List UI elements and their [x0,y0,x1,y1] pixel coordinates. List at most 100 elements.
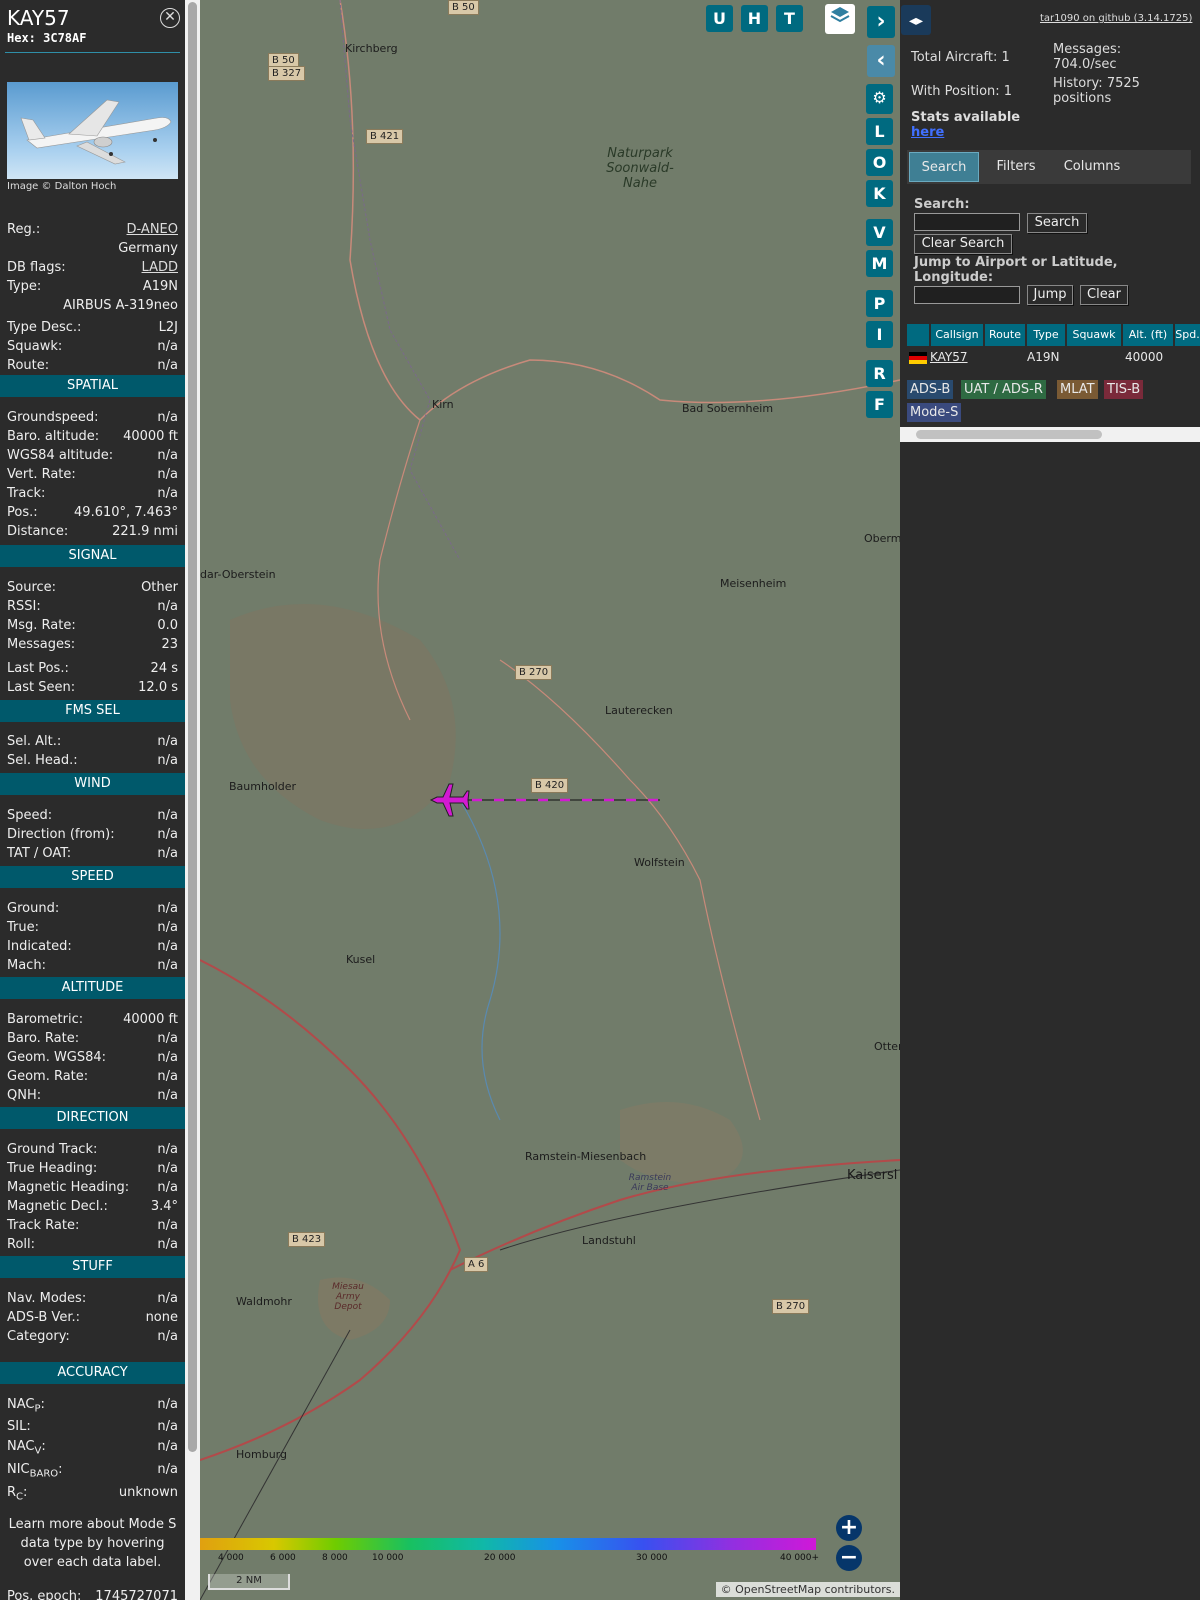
zoom-out-button[interactable]: − [836,1545,862,1571]
detail-row: Last Pos.: 24 s [7,661,178,679]
row-label: Geom. Rate: [7,1069,89,1084]
expand-arrows-icon[interactable]: ◂▸ [901,5,931,35]
toggle-f-button[interactable]: F [866,391,893,418]
row-label: Barometric: [7,1012,84,1027]
toggle-r-button[interactable]: R [866,360,893,387]
legend-badge-modes: Mode-S [907,403,962,422]
stats-link[interactable]: here [911,125,944,140]
row-label: RSSI: [7,599,41,614]
row-value: n/a [157,1069,178,1084]
callsign-title: KAY57 [7,6,70,30]
row-value: 40000 ft [123,1012,178,1027]
row-value: unknown [118,1485,178,1500]
search-input[interactable] [914,213,1020,231]
detail-row: Indicated: n/a [7,939,178,957]
detail-row: Baro. altitude: 40000 ft [7,429,178,447]
row-value: n/a [157,1462,178,1477]
row-label: Messages: [7,637,76,652]
row-label: Pos.: [7,505,38,520]
aircraft-photo[interactable] [7,82,178,179]
detail-row: Type: A19N [7,279,178,297]
toggle-p-button[interactable]: P [866,290,893,317]
row-value: 221.9 nmi [112,524,178,539]
row-value: Germany [118,241,178,256]
chevron-right-icon[interactable]: › [867,6,895,38]
row-value[interactable]: LADD [142,260,178,275]
clear-button[interactable]: Clear [1080,285,1128,305]
row-label: Baro. Rate: [7,1031,80,1046]
zoom-in-button[interactable]: + [836,1515,862,1541]
column-header[interactable]: Type [1027,324,1065,346]
row-value: n/a [157,486,178,501]
row-value: n/a [157,1180,178,1195]
row-value: 40000 ft [123,429,178,444]
place-label: Kirn [432,398,454,411]
chevron-left-icon[interactable]: ‹ [867,45,895,77]
row-value[interactable]: D-ANEO [127,222,178,237]
place-label: Kirchberg [345,42,398,55]
jump-input[interactable] [914,286,1020,304]
row-label: Source: [7,580,57,595]
toggle-t-button[interactable]: T [776,5,803,32]
photo-credit: Image © Dalton Hoch [7,181,117,192]
altitude-color-legend [200,1538,816,1550]
toggle-v-button[interactable]: V [866,219,893,246]
tab-filters[interactable]: Filters [983,152,1049,182]
row-label: Last Pos.: [7,661,69,676]
toggle-m-button[interactable]: M [866,250,893,277]
aircraft-plane-icon[interactable] [429,781,471,819]
detail-row: Groundspeed: n/a [7,410,178,428]
row-label: NICBARO: [7,1462,63,1480]
road-shield: B 270 [772,1299,810,1314]
row-label: Ground: [7,901,60,916]
toggle-k-button[interactable]: K [866,180,893,207]
place-label: Ramstein-Miesenbach [525,1150,647,1163]
column-header[interactable]: Callsign [931,324,983,346]
tab-columns[interactable]: Columns [1053,152,1131,182]
row-value: n/a [157,1291,178,1306]
row-label: Geom. WGS84: [7,1050,107,1065]
row-label: WGS84 altitude: [7,448,114,463]
column-header[interactable]: Squawk [1067,324,1121,346]
sidebar-scrollbar[interactable] [185,0,200,1600]
toggle-h-button[interactable]: H [741,5,768,32]
scrollbar-thumb[interactable] [916,430,1102,439]
layers-icon[interactable] [825,4,855,34]
detail-row: Messages: 23 [7,637,178,655]
map-attribution[interactable]: © OpenStreetMap contributors. [715,1582,900,1597]
scrollbar-thumb[interactable] [188,2,197,1452]
row-value: n/a [157,1088,178,1103]
detail-row: Direction (from): n/a [7,827,178,845]
column-header[interactable]: Alt. (ft) [1123,324,1173,346]
column-header-flag[interactable] [907,324,929,346]
row-label: NACP: [7,1397,45,1415]
messages-value: 704.0/sec [1053,57,1117,72]
tab-search[interactable]: Search [909,152,979,182]
detail-row: True: n/a [7,920,178,938]
row-value: n/a [157,467,178,482]
toggle-l-button[interactable]: L [866,118,893,145]
row-value: n/a [157,1161,178,1176]
map-view[interactable]: Kirchberg Kirn Bad Sobernheim dar-Oberst… [200,0,900,1600]
github-link[interactable]: tar1090 on github (3.14.1725) [1040,13,1192,24]
row-label-sub: C [16,1491,24,1503]
clear-search-button[interactable]: Clear Search [914,234,1012,254]
settings-gear-icon[interactable]: ⚙ [866,84,893,114]
toggle-o-button[interactable]: O [866,149,893,176]
toggle-i-button[interactable]: I [866,321,893,348]
column-header[interactable]: Spd. [1175,324,1200,346]
table-horizontal-scrollbar[interactable] [900,427,1200,442]
row-callsign[interactable]: KAY57 [930,350,968,366]
jump-button[interactable]: Jump [1027,285,1073,305]
place-label: Waldmohr [236,1295,292,1308]
detail-row: Mach: n/a [7,958,178,976]
search-button[interactable]: Search [1027,213,1087,233]
row-label-main: NAC [7,1397,35,1412]
legend-tick: 10 000 [372,1553,404,1563]
close-icon[interactable]: ✕ [160,8,180,28]
pos-epoch-row: Pos. epoch: 1745727071 [7,1589,178,1600]
toggle-u-button[interactable]: U [706,5,733,32]
section-header-stuff: STUFF [0,1256,185,1278]
section-header-signal: SIGNAL [0,545,185,567]
column-header[interactable]: Route [985,324,1025,346]
